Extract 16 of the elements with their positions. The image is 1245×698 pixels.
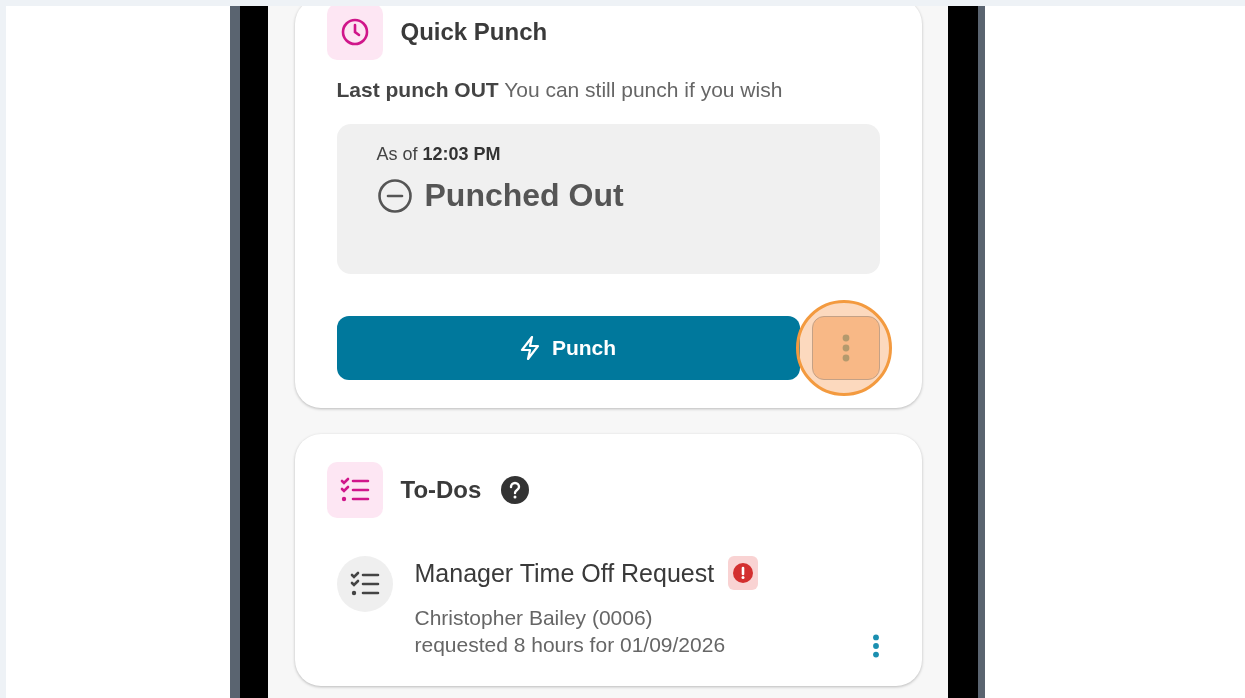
as-of-time: As of 12:03 PM	[376, 144, 502, 165]
todo-title[interactable]: Manager Time Off Request	[414, 558, 715, 588]
help-icon[interactable]	[501, 476, 530, 504]
minus-circle-icon	[376, 177, 413, 214]
punch-status: Punched Out	[424, 177, 624, 214]
checklist-icon	[339, 477, 370, 503]
clock-icon	[339, 17, 370, 47]
punch-button[interactable]: Punch	[336, 316, 800, 380]
kebab-icon	[841, 334, 850, 362]
checklist-icon	[349, 571, 380, 597]
todo-description: Christopher Bailey (0006) requested 8 hours for 01/09/2026	[414, 605, 726, 658]
kebab-icon	[871, 634, 880, 658]
last-punch-text: Last punch OUT You can still punch if you wish	[336, 78, 784, 102]
lightning-icon	[519, 336, 540, 360]
card-title: To-Dos	[400, 476, 482, 504]
card-title: Quick Punch	[400, 18, 548, 46]
